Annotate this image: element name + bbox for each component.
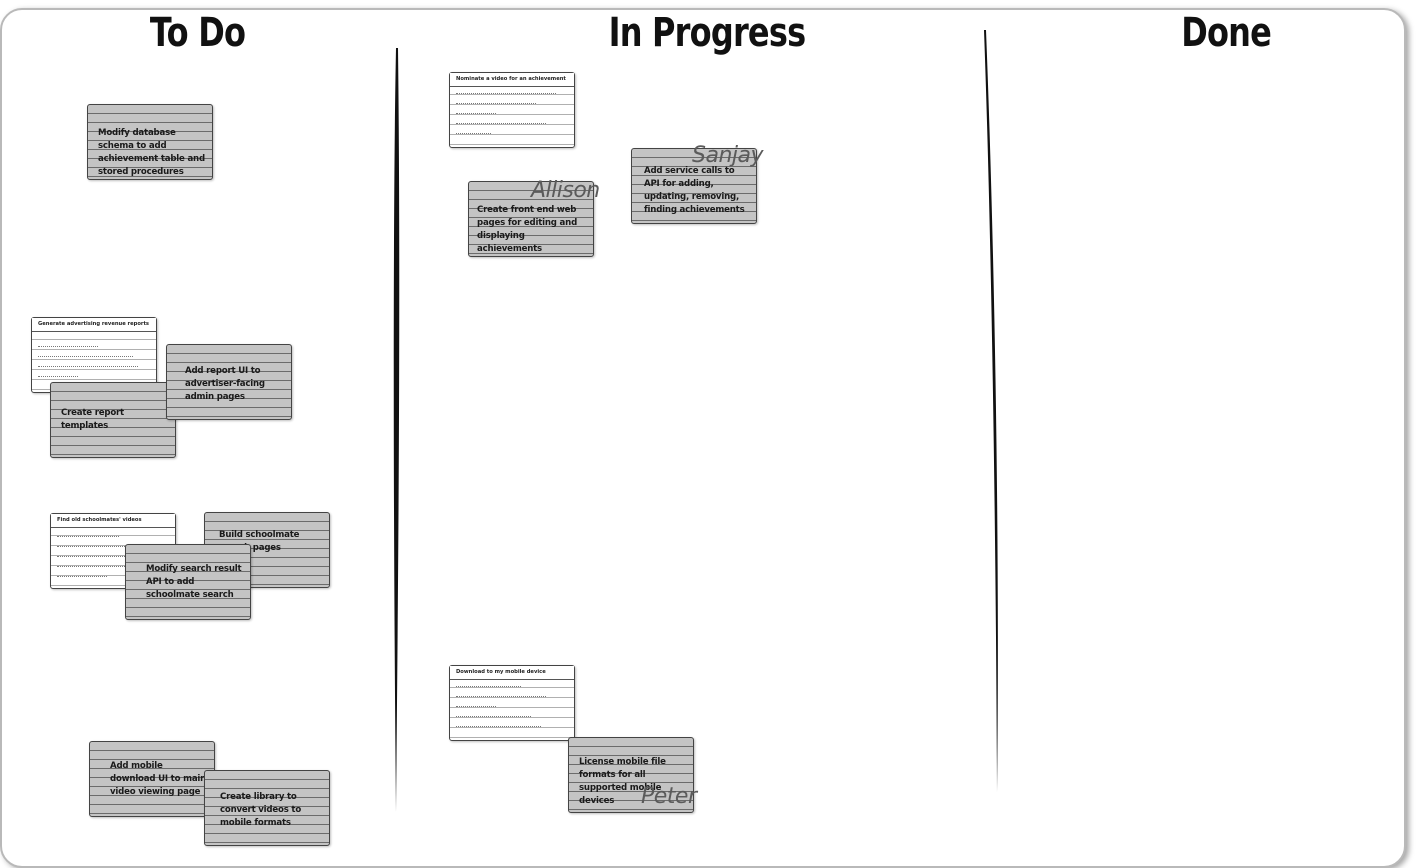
story-title: Find old schoolmates' videos: [51, 514, 175, 528]
task-card-report-ui[interactable]: Add report UI to advertiser-facing admin…: [166, 344, 292, 420]
task-card-report-templates[interactable]: Create report templates: [50, 382, 176, 458]
divider-left: [393, 48, 400, 812]
assignee-label: Allison: [531, 178, 600, 203]
task-card-front-end[interactable]: Create front end web pages for editing a…: [468, 178, 600, 257]
assignee-label: Peter: [641, 784, 697, 809]
task-text: Create report templates: [61, 408, 124, 431]
assignee-label: Sanjay: [692, 143, 764, 168]
divider-right: [984, 30, 998, 792]
task-card-search-api[interactable]: Modify search result API to add schoolma…: [125, 544, 251, 620]
task-card-mobile-ui[interactable]: Add mobile download UI to main video vie…: [89, 741, 215, 817]
task-text: Add report UI to advertiser-facing admin…: [185, 366, 265, 402]
story-title: Download to my mobile device: [450, 666, 574, 680]
task-text: Create library to convert videos to mobi…: [220, 792, 302, 828]
task-text: Modify search result API to add schoolma…: [146, 564, 242, 600]
story-title: Nominate a video for an achievement: [450, 73, 574, 87]
task-card-license-formats[interactable]: License mobile file formats for all supp…: [568, 737, 697, 813]
story-card-achievement-video[interactable]: Nominate a video for an achievement: [449, 72, 575, 148]
story-title: Generate advertising revenue reports: [32, 318, 156, 332]
task-card-db-schema[interactable]: Modify database schema to add achievemen…: [87, 104, 213, 180]
story-card-mobile-download[interactable]: Download to my mobile device: [449, 665, 575, 741]
task-text: Create front end web pages for editing a…: [477, 205, 578, 254]
task-text: Modify database schema to add achievemen…: [98, 128, 205, 177]
column-dividers: [393, 30, 998, 812]
task-card-video-library[interactable]: Create library to convert videos to mobi…: [204, 770, 330, 846]
task-text: Add service calls to API for adding, upd…: [644, 166, 745, 215]
task-text: Add mobile download UI to main video vie…: [110, 761, 207, 797]
task-card-service-calls[interactable]: Add service calls to API for adding, upd…: [631, 143, 764, 224]
